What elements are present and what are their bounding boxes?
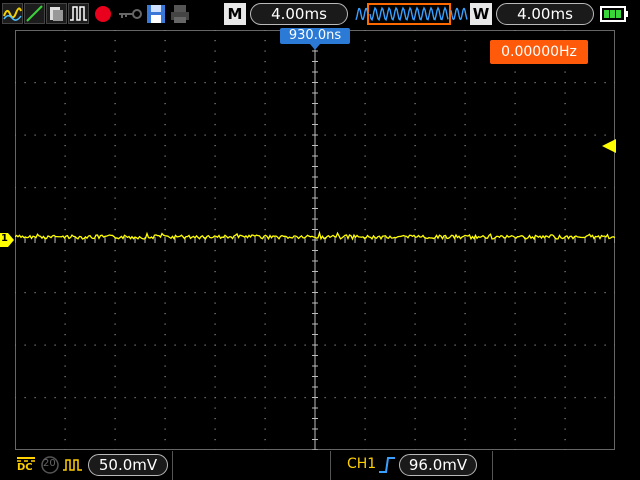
key-icon[interactable] <box>117 3 143 25</box>
channel1-marker[interactable]: 1 <box>0 232 14 247</box>
trigger-position-readout[interactable]: 930.0ns <box>280 28 350 44</box>
channel-pulse-icon[interactable] <box>62 455 84 475</box>
top-toolbar: M 4.00ms W 4.00ms <box>0 0 640 28</box>
trigger-position-pointer <box>310 44 320 50</box>
bandwidth-limit-label: 20 <box>43 458 56 469</box>
trigger-source[interactable]: CH1 <box>347 456 376 472</box>
dc-coupling-icon[interactable]: DC <box>16 455 36 475</box>
status-divider <box>492 451 493 480</box>
pulse-icon[interactable] <box>68 3 89 24</box>
frequency-readout: 0.00000Hz <box>490 40 588 64</box>
printer-icon[interactable] <box>169 3 191 25</box>
waveform-icon[interactable] <box>2 3 23 24</box>
battery-icon <box>600 3 630 25</box>
waveform-overview[interactable] <box>354 3 468 25</box>
status-divider <box>330 451 331 480</box>
status-divider <box>172 451 173 480</box>
trigger-level[interactable]: 96.0mV <box>399 454 477 476</box>
disk-icon[interactable] <box>145 3 167 25</box>
rising-edge-icon[interactable] <box>378 455 396 475</box>
window-indicator[interactable]: W <box>470 3 492 25</box>
bottom-status-bar: DC 20 50.0mV CH1 96.0mV <box>0 451 640 480</box>
ramp-icon[interactable] <box>24 3 45 24</box>
dc-coupling-label: DC <box>17 462 33 473</box>
trigger-level-marker[interactable] <box>602 138 616 153</box>
waveform-display[interactable] <box>15 30 615 450</box>
record-icon[interactable] <box>92 3 114 25</box>
main-timebase[interactable]: 4.00ms <box>250 3 348 25</box>
bandwidth-limit-icon[interactable]: 20 <box>40 455 60 475</box>
save-icon[interactable] <box>46 3 67 24</box>
mode-indicator[interactable]: M <box>224 3 246 25</box>
window-timebase[interactable]: 4.00ms <box>496 3 594 25</box>
channel1-marker-label: 1 <box>1 233 8 244</box>
channel1-scale[interactable]: 50.0mV <box>88 454 168 476</box>
